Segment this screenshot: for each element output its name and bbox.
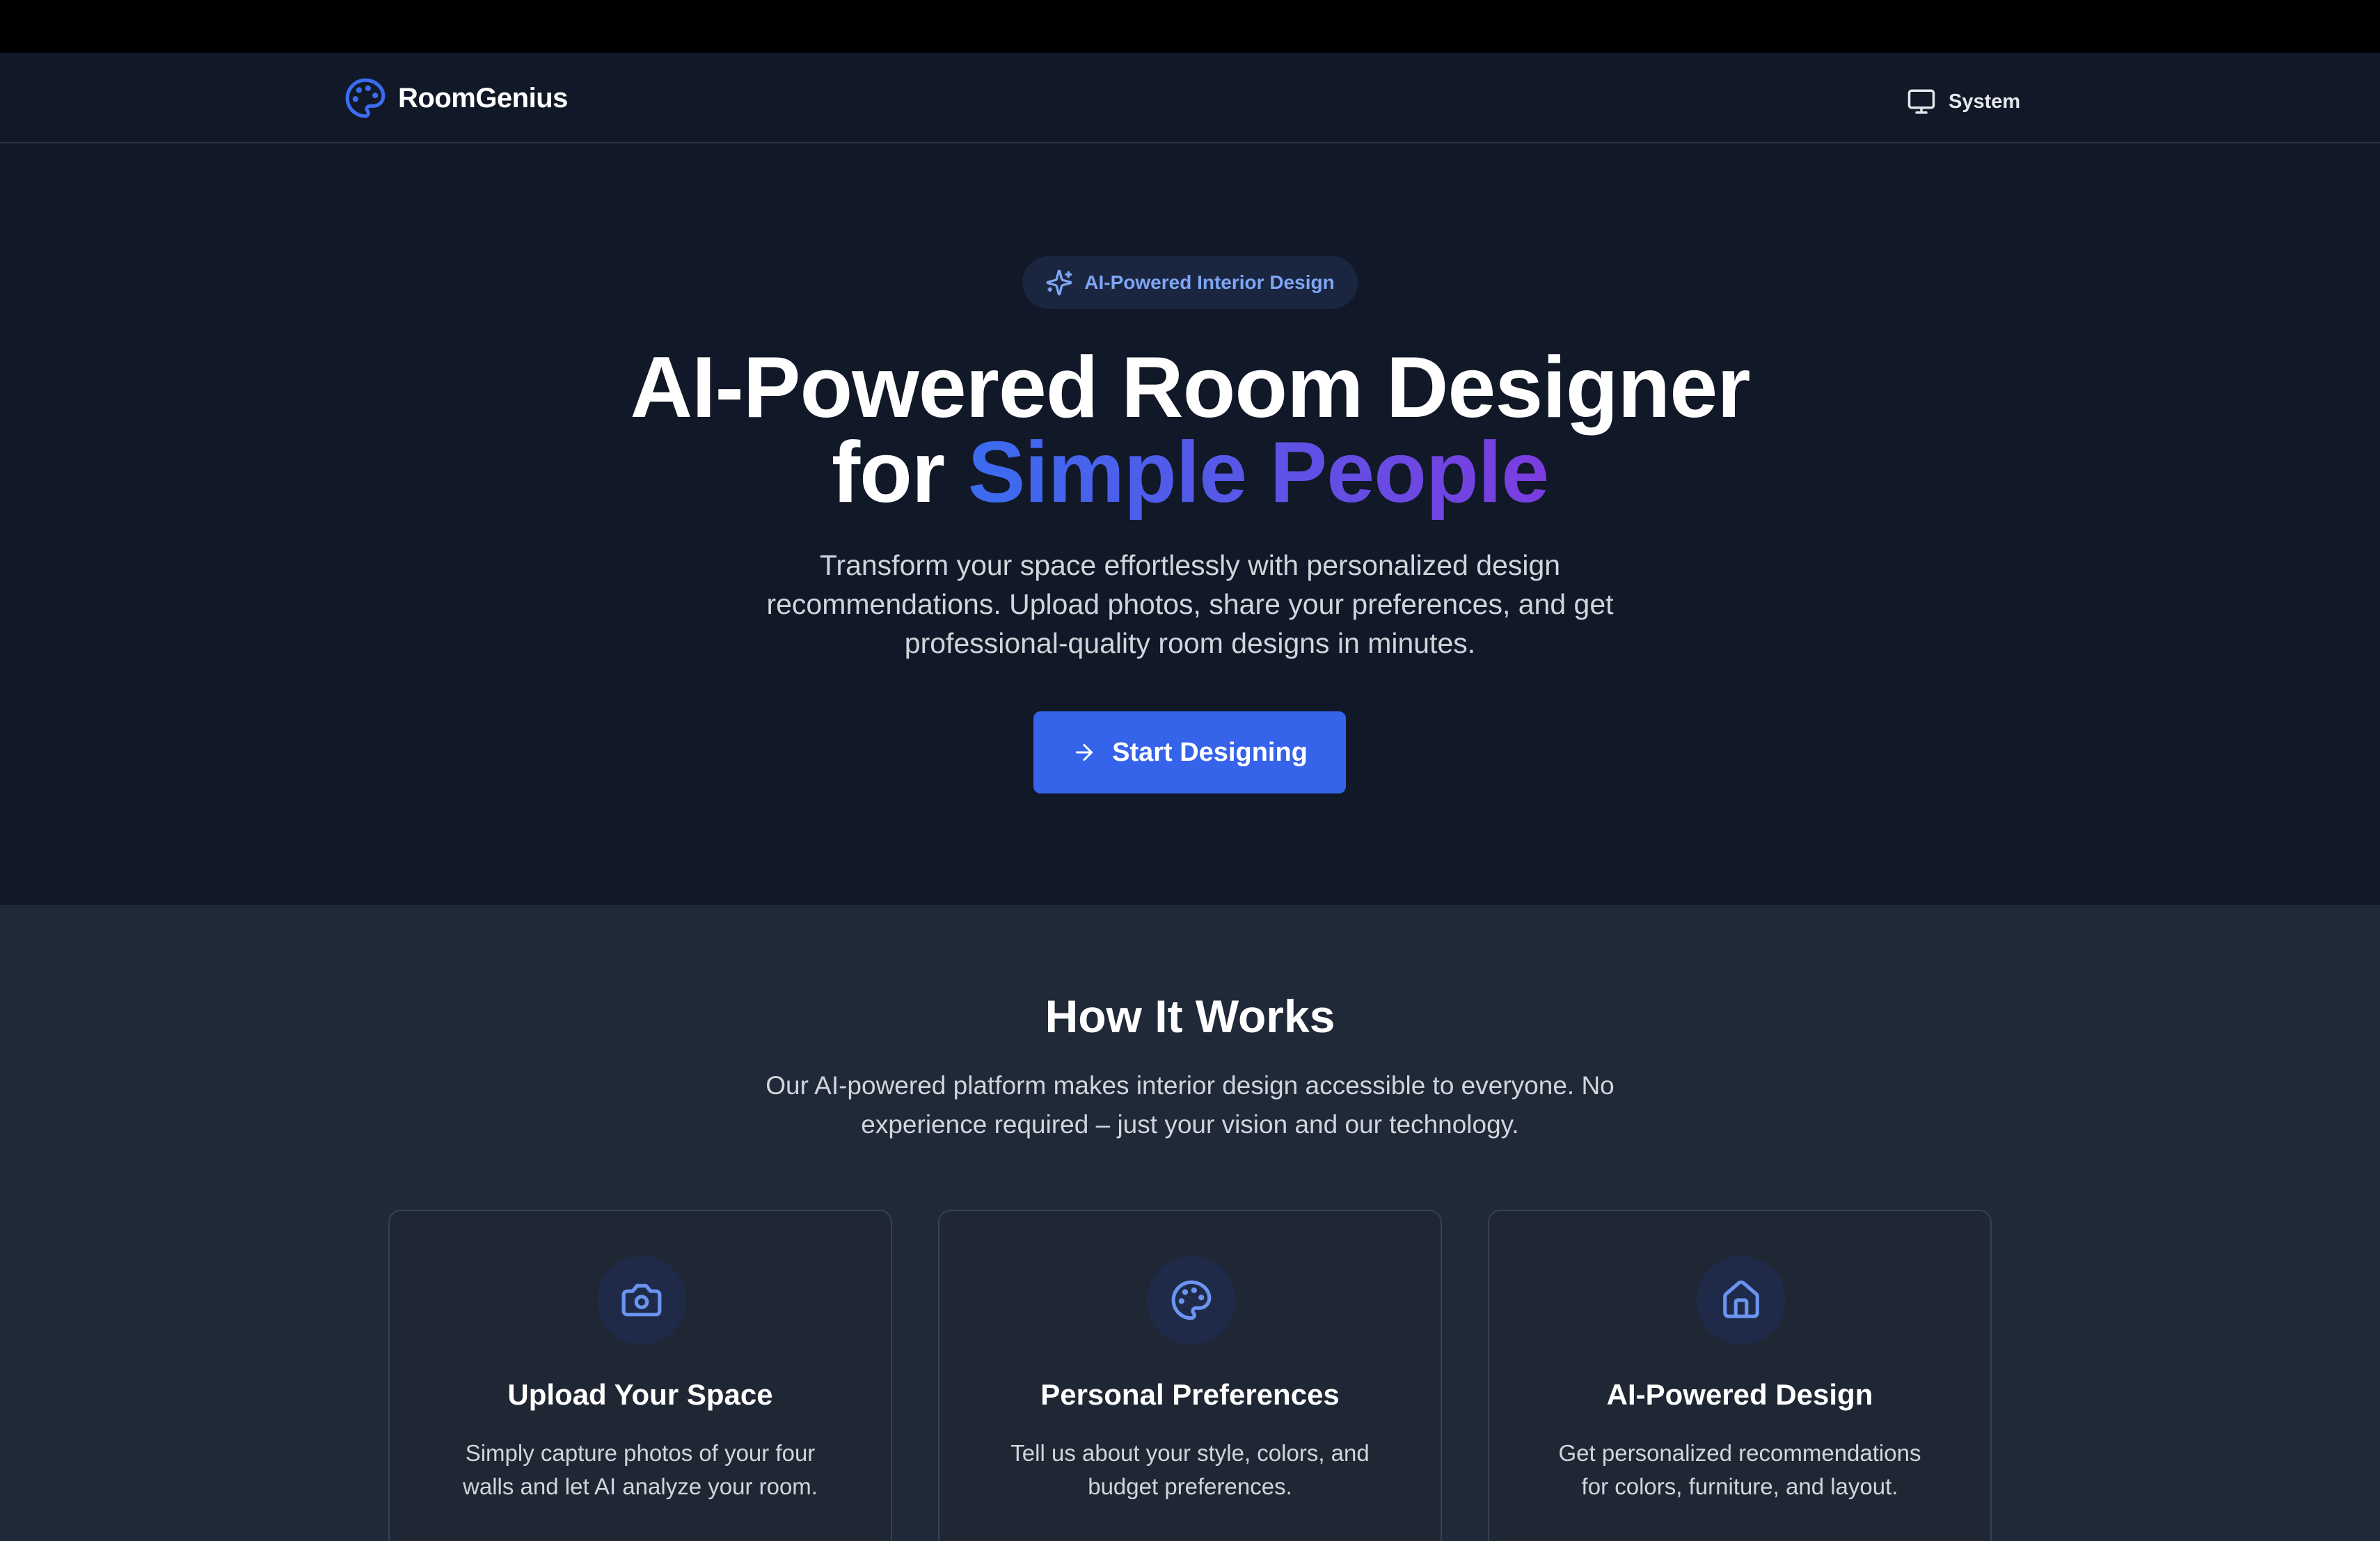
browser-top-bar <box>0 0 2380 53</box>
start-designing-button[interactable]: Start Designing <box>1033 711 1346 793</box>
feature-card-ai-design: AI-Powered Design Get personalized recom… <box>1488 1210 1992 1541</box>
card-description: Tell us about your style, colors, and bu… <box>1010 1440 1370 1499</box>
feature-card-preferences: Personal Preferences Tell us about your … <box>938 1210 1442 1541</box>
navbar: RoomGenius System <box>0 53 2380 143</box>
hero-badge-label: AI-Powered Interior Design <box>1084 271 1335 293</box>
how-it-works-subtitle: Our AI-powered platform makes interior d… <box>765 1071 1615 1139</box>
card-title: Personal Preferences <box>1040 1378 1340 1411</box>
feature-card-upload: Upload Your Space Simply capture photos … <box>388 1210 892 1541</box>
hero-section: AI-Powered Interior Design AI-Powered Ro… <box>0 143 2380 905</box>
hero-subtitle: Transform your space effortlessly with p… <box>766 549 1614 659</box>
camera-icon <box>621 1283 662 1317</box>
hero-badge: AI-Powered Interior Design <box>1022 256 1358 309</box>
how-it-works-title: How It Works <box>1045 990 1335 1042</box>
palette-icon <box>1171 1280 1212 1320</box>
hero-title-prefix: for <box>831 425 945 521</box>
card-description: Simply capture photos of your four walls… <box>463 1440 818 1499</box>
card-icon-circle <box>1147 1256 1236 1345</box>
palette-logo-icon <box>345 78 386 118</box>
brand-name: RoomGenius <box>398 82 568 113</box>
theme-toggle-label: System <box>1949 90 2021 113</box>
hero-title-highlight: Simple People <box>967 425 1550 521</box>
how-it-works-section: How It Works Our AI-powered platform mak… <box>0 905 2380 1541</box>
brand-logo[interactable]: RoomGenius <box>344 77 568 120</box>
hero-title: AI-Powered Room Designer for Simple Peop… <box>0 345 2380 516</box>
arrow-right-icon <box>1076 744 1093 761</box>
card-title: Upload Your Space <box>507 1378 773 1411</box>
card-icon-circle <box>1697 1256 1786 1345</box>
hero-title-line1: AI-Powered Room Designer <box>630 340 1751 436</box>
start-designing-label: Start Designing <box>1112 737 1308 767</box>
sparkles-icon <box>1046 269 1072 296</box>
card-description: Get personalized recommendations for col… <box>1558 1440 1921 1499</box>
monitor-icon <box>1907 89 1935 114</box>
theme-toggle-button[interactable]: System <box>1907 81 2020 123</box>
home-icon <box>1723 1280 1759 1318</box>
card-title: AI-Powered Design <box>1606 1378 1873 1411</box>
card-icon-circle <box>597 1256 686 1345</box>
